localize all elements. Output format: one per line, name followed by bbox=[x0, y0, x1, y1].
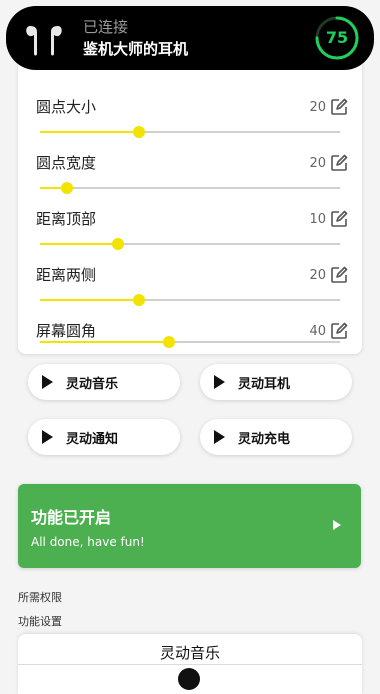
button-label: 灵动耳机 bbox=[238, 377, 291, 392]
play-icon bbox=[42, 430, 53, 444]
button-label: 灵动充电 bbox=[238, 432, 291, 447]
edit-icon[interactable] bbox=[330, 154, 348, 172]
button-label: 灵动音乐 bbox=[66, 377, 119, 392]
dynamic-notification-button[interactable]: 灵动通知 bbox=[28, 419, 180, 455]
setting-label: 圆点宽度 bbox=[36, 154, 97, 172]
status-title: 功能已开启 bbox=[31, 508, 112, 527]
setting-row-dot-width: 圆点宽度 20 bbox=[18, 132, 362, 194]
play-icon bbox=[214, 430, 225, 444]
dynamic-island[interactable]: 已连接 鉴机大师的耳机 75 bbox=[6, 6, 374, 70]
feature-status-card[interactable]: 功能已开启 All done, have fun! bbox=[18, 484, 361, 568]
slider-track[interactable] bbox=[40, 336, 340, 348]
settings-card: 圆点大小 20 圆点宽度 20 距离顶部 10 距离两侧 20 屏幕圆角 40 bbox=[18, 62, 362, 354]
setting-label: 距离顶部 bbox=[36, 210, 97, 228]
dynamic-earbuds-button[interactable]: 灵动耳机 bbox=[200, 364, 352, 400]
setting-label: 圆点大小 bbox=[36, 98, 97, 116]
button-label: 灵动通知 bbox=[66, 432, 119, 447]
earbuds-icon bbox=[26, 26, 62, 56]
dynamic-music-card: 灵动音乐 bbox=[18, 634, 362, 694]
setting-value: 20 bbox=[309, 268, 326, 283]
play-icon bbox=[333, 520, 341, 530]
divider bbox=[18, 664, 362, 665]
play-icon bbox=[42, 375, 53, 389]
setting-label: 屏幕圆角 bbox=[36, 322, 97, 340]
setting-row-screen-radius: 屏幕圆角 40 bbox=[18, 300, 362, 356]
connection-status: 已连接 bbox=[83, 18, 129, 36]
dynamic-charging-button[interactable]: 灵动充电 bbox=[200, 419, 352, 455]
setting-row-side-distance: 距离两侧 20 bbox=[18, 244, 362, 306]
edit-icon[interactable] bbox=[330, 210, 348, 228]
edit-icon[interactable] bbox=[330, 98, 348, 116]
card-title: 灵动音乐 bbox=[159, 644, 220, 662]
setting-row-dot-size: 圆点大小 20 bbox=[18, 76, 362, 138]
edit-icon[interactable] bbox=[330, 266, 348, 284]
dynamic-music-button[interactable]: 灵动音乐 bbox=[28, 364, 180, 400]
setting-value: 10 bbox=[309, 212, 326, 227]
toggle-knob[interactable] bbox=[178, 668, 200, 690]
device-name: 鉴机大师的耳机 bbox=[83, 40, 189, 58]
settings-section-label[interactable]: 功能设置 bbox=[18, 613, 62, 629]
battery-percent: 75 bbox=[325, 28, 349, 47]
slider-fill bbox=[40, 341, 169, 343]
permissions-section-label[interactable]: 所需权限 bbox=[18, 589, 62, 605]
setting-label: 距离两侧 bbox=[36, 266, 97, 284]
setting-value: 20 bbox=[309, 100, 326, 115]
setting-value: 40 bbox=[309, 324, 326, 339]
edit-icon[interactable] bbox=[330, 322, 348, 340]
play-icon bbox=[214, 375, 225, 389]
slider-thumb[interactable] bbox=[163, 336, 175, 348]
status-subtitle: All done, have fun! bbox=[31, 535, 145, 549]
setting-value: 20 bbox=[309, 156, 326, 171]
setting-row-top-distance: 距离顶部 10 bbox=[18, 188, 362, 250]
